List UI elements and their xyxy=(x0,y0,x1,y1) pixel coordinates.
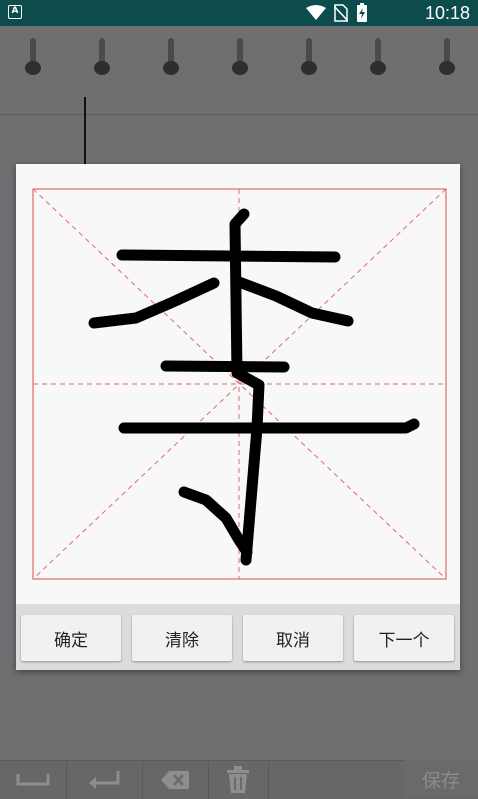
wifi-icon xyxy=(306,5,326,20)
confirm-button[interactable]: 确定 xyxy=(21,615,121,661)
handwriting-dialog: 确定 清除 取消 下一个 xyxy=(16,164,460,670)
clear-button[interactable]: 清除 xyxy=(132,615,232,661)
status-time: 10:18 xyxy=(424,3,470,23)
space-icon xyxy=(16,774,50,786)
binder-ring-icon xyxy=(163,38,179,75)
binder-ring-icon xyxy=(301,38,317,75)
save-button[interactable]: 保存 xyxy=(404,760,478,798)
handwriting-canvas[interactable] xyxy=(32,188,447,580)
next-button[interactable]: 下一个 xyxy=(354,615,454,661)
space-button[interactable] xyxy=(0,761,67,799)
enter-icon xyxy=(89,771,120,789)
status-bar: A 10:18 xyxy=(0,0,478,26)
text-cursor xyxy=(84,97,86,167)
delete-button[interactable] xyxy=(208,761,269,799)
cancel-button[interactable]: 取消 xyxy=(243,615,343,661)
backspace-button[interactable] xyxy=(142,761,209,799)
binder-ring-icon xyxy=(232,38,248,75)
no-sim-icon xyxy=(334,4,348,22)
battery-charging-icon xyxy=(357,3,367,22)
binder-ring-icon xyxy=(439,38,455,75)
app-notification-icon: A xyxy=(8,5,22,19)
enter-button[interactable] xyxy=(66,761,143,799)
trash-icon xyxy=(227,766,249,793)
binder-ring-icon xyxy=(370,38,386,75)
backspace-icon xyxy=(161,771,189,789)
ruled-line xyxy=(0,114,478,115)
handwritten-character xyxy=(88,208,420,566)
binder-rings xyxy=(0,38,478,86)
binder-ring-icon xyxy=(25,38,41,75)
dialog-button-bar: 确定 清除 取消 下一个 xyxy=(16,604,460,670)
binder-ring-icon xyxy=(94,38,110,75)
